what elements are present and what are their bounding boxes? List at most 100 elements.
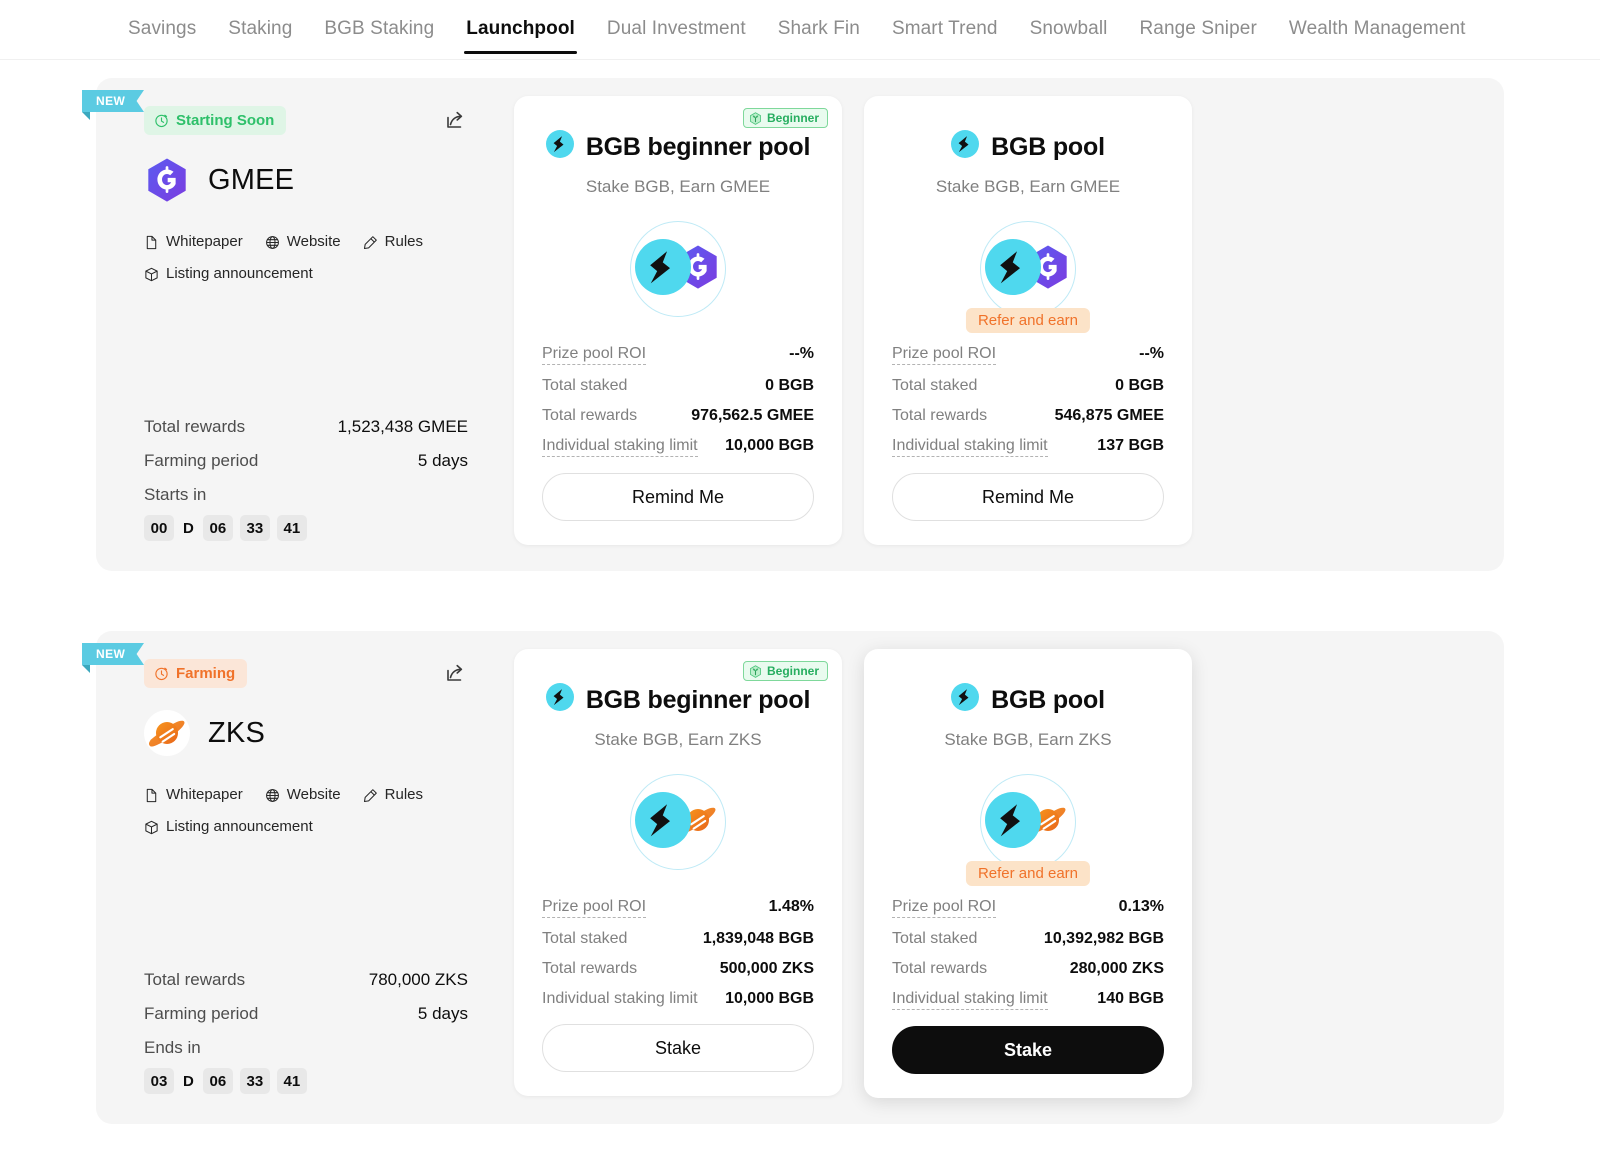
nav-tab-staking[interactable]: Staking — [212, 14, 308, 54]
project-links: Whitepaper Website Rules Listing announc… — [144, 229, 444, 287]
project-stat-row: Farming period 5 days — [144, 451, 468, 471]
launchpool-project-panel: NEW Farming ZKS Whitepaper Website Rules… — [82, 631, 1504, 1124]
share-icon[interactable] — [442, 108, 468, 134]
refer-and-earn-badge[interactable]: Refer and earn — [965, 308, 1091, 333]
gmee-logo — [144, 157, 190, 203]
pool-stat-value: 0 BGB — [765, 377, 814, 394]
bgb-logo — [635, 238, 691, 295]
pool-stat-row: Total rewards 280,000 ZKS — [892, 960, 1164, 978]
nav-tab-smart-trend[interactable]: Smart Trend — [876, 14, 1014, 54]
project-stat-value: 5 days — [417, 1004, 468, 1023]
pool-stats: Prize pool ROI --% Total staked 0 BGB To… — [542, 345, 814, 457]
link-rules[interactable]: Rules — [363, 229, 423, 255]
status-badge-label: Farming — [176, 665, 236, 682]
pool-stat-value: --% — [789, 345, 814, 362]
link-whitepaper[interactable]: Whitepaper — [144, 782, 243, 808]
nav-tab-bgb-staking[interactable]: BGB Staking — [308, 14, 450, 54]
pool-stat-value: 10,000 BGB — [725, 437, 814, 454]
link-listing-announcement[interactable]: Listing announcement — [144, 261, 313, 287]
pool-stat-row: Prize pool ROI 1.48% — [542, 898, 814, 918]
nav-tab-range-sniper[interactable]: Range Sniper — [1123, 14, 1272, 54]
pool-stat-value: 500,000 ZKS — [719, 960, 814, 977]
pool-action-button[interactable]: Stake — [542, 1024, 814, 1072]
bgb-logo — [985, 791, 1041, 853]
artwork-ring — [630, 774, 726, 870]
status-badge-label: Starting Soon — [176, 112, 275, 129]
countdown-minutes: 33 — [239, 515, 270, 541]
project-stat-row: Total rewards 780,000 ZKS — [144, 970, 468, 990]
pool-title: BGB pool — [892, 130, 1164, 165]
pool-stat-key[interactable]: Individual staking limit — [542, 437, 698, 457]
pool-stat-key: Total rewards — [892, 960, 988, 977]
beginner-badge: Beginner — [742, 108, 828, 128]
pool-stat-value: 0 BGB — [1115, 377, 1164, 394]
pen-icon — [363, 235, 377, 249]
artwork-ring — [980, 774, 1076, 870]
pool-stat-key: Total staked — [892, 930, 978, 947]
pool-card: BGB pool Stake BGB, Earn ZKS Refer and e… — [864, 649, 1192, 1098]
nav-tab-snowball[interactable]: Snowball — [1014, 14, 1124, 54]
pool-artwork: Refer and earn — [892, 205, 1164, 333]
pool-card: BGB pool Stake BGB, Earn GMEE Refer and … — [864, 96, 1192, 545]
pool-action-button[interactable]: Remind Me — [892, 473, 1164, 521]
sprout-icon — [750, 111, 761, 125]
share-icon[interactable] — [442, 661, 468, 687]
pool-title-text: BGB beginner pool — [585, 133, 811, 161]
nav-tab-savings[interactable]: Savings — [112, 14, 212, 54]
link-website[interactable]: Website — [265, 229, 341, 255]
pool-card-list: Beginner BGB beginner pool Stake BGB, Ea… — [480, 96, 1192, 545]
link-whitepaper[interactable]: Whitepaper — [144, 229, 243, 255]
artwork-token-pair — [635, 791, 721, 853]
pool-subtitle: Stake BGB, Earn ZKS — [944, 730, 1112, 749]
share-button[interactable] — [442, 661, 468, 687]
pool-stat-row: Individual staking limit 140 BGB — [892, 990, 1164, 1010]
pool-stat-row: Individual staking limit 10,000 BGB — [542, 437, 814, 457]
share-button[interactable] — [442, 108, 468, 134]
pool-stat-key[interactable]: Individual staking limit — [892, 990, 1048, 1010]
gmee-logo — [148, 158, 186, 202]
link-rules[interactable]: Rules — [363, 782, 423, 808]
nav-tab-wealth-management[interactable]: Wealth Management — [1273, 14, 1482, 54]
link-label: Listing announcement — [166, 818, 313, 835]
pool-stat-key[interactable]: Prize pool ROI — [542, 345, 647, 365]
ribbon-fold — [82, 665, 90, 673]
project-stat-key: Total rewards — [144, 417, 246, 436]
ribbon-fold — [82, 112, 90, 120]
pool-action-button[interactable]: Stake — [892, 1026, 1164, 1074]
globe-icon — [265, 235, 279, 249]
pool-action-button[interactable]: Remind Me — [542, 473, 814, 521]
pool-stat-key[interactable]: Individual staking limit — [892, 437, 1048, 457]
artwork-ring — [980, 221, 1076, 317]
pool-stat-key[interactable]: Prize pool ROI — [542, 898, 647, 918]
bgb-logo — [545, 683, 574, 711]
category-nav[interactable]: Savings Staking BGB Staking Launchpool Dual … — [0, 0, 1600, 60]
bgb-logo — [545, 130, 574, 158]
countdown-seconds: 41 — [276, 515, 307, 541]
pool-stat-value: 137 BGB — [1097, 437, 1164, 454]
bgb-logo — [985, 791, 1041, 848]
token-row: GMEE — [144, 157, 468, 203]
nav-tab-shark-fin[interactable]: Shark Fin — [762, 14, 876, 54]
pool-stat-key: Individual staking limit — [542, 990, 698, 1007]
project-info-header: Starting Soon — [144, 106, 468, 135]
link-label: Rules — [384, 233, 423, 250]
launchpool-project-panel: NEW Starting Soon GMEE Whitepaper Websit… — [82, 78, 1504, 571]
globe-icon — [265, 788, 279, 802]
countdown-hours: 06 — [202, 515, 233, 541]
bgb-logo — [951, 130, 980, 165]
pool-stat-key[interactable]: Prize pool ROI — [892, 898, 997, 918]
bgb-logo — [545, 130, 574, 165]
nav-tab-launchpool[interactable]: Launchpool — [450, 14, 591, 54]
pool-stat-value: 1.48% — [768, 898, 814, 915]
cube-icon — [145, 820, 158, 834]
beginner-badge-label: Beginner — [766, 111, 819, 125]
pool-stat-key[interactable]: Prize pool ROI — [892, 345, 997, 365]
countdown-minutes: 33 — [239, 1068, 270, 1094]
pool-stat-row: Individual staking limit 137 BGB — [892, 437, 1164, 457]
refer-and-earn-badge[interactable]: Refer and earn — [965, 861, 1091, 886]
project-info-column: Farming ZKS Whitepaper Website Rules Lis… — [120, 649, 480, 1098]
link-listing-announcement[interactable]: Listing announcement — [144, 814, 313, 840]
pool-stat-value: 0.13% — [1118, 898, 1164, 915]
nav-tab-dual-investment[interactable]: Dual Investment — [591, 14, 762, 54]
link-website[interactable]: Website — [265, 782, 341, 808]
